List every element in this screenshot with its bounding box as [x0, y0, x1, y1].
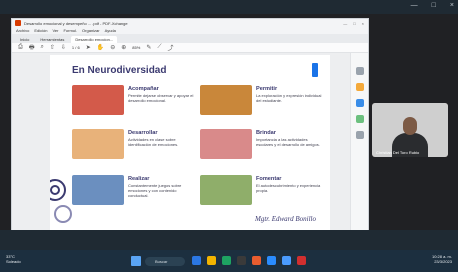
heading-permitir: Permitir: [256, 86, 278, 92]
menu-ayuda[interactable]: Ayuda: [105, 28, 116, 33]
save-icon[interactable]: ⎙: [18, 44, 23, 51]
sidebar-search-icon[interactable]: [356, 67, 364, 75]
taskbar-app-icon[interactable]: [192, 256, 201, 265]
pdf-titlebar: Desarrollo emocional y desempeño ... .pd…: [12, 19, 368, 27]
heading-brindar: Brindar: [256, 130, 276, 136]
participant-face: [403, 117, 417, 135]
text-acompanar: Permite dejarse observar y apoyar el des…: [128, 93, 194, 103]
item-permitir: Permitir La exploración y expresión indi…: [200, 85, 322, 119]
pdf-window-controls: — □ ×: [343, 21, 368, 26]
menu-formularios[interactable]: Formul.: [63, 28, 77, 33]
maximize-icon[interactable]: □: [432, 2, 436, 9]
draw-icon[interactable]: ⟋: [157, 44, 161, 51]
heading-fomentar: Fomentar: [256, 176, 282, 182]
taskbar-app-icon[interactable]: [297, 256, 306, 265]
taskbar-app-icon[interactable]: [282, 256, 291, 265]
item-fomentar: Fomentar El autodescubrimiento y experie…: [200, 175, 320, 209]
tab-document[interactable]: Desarrollo emocion...: [71, 36, 118, 43]
page-indicator[interactable]: 1 / 6: [72, 45, 80, 50]
image-desarrollar: [72, 129, 124, 159]
window-title: Desarrollo emocional y desempeño ... .pd…: [24, 20, 128, 26]
taskbar-apps: [192, 256, 306, 265]
menu-organizar[interactable]: Organizar: [82, 28, 100, 33]
screen: — □ × Desarrollo emocional y desempeño .…: [0, 0, 458, 272]
menu-ver[interactable]: Ver: [52, 28, 58, 33]
taskbar-search[interactable]: Buscar: [145, 257, 185, 266]
pdf-page: En Neurodiversidad Acompañar Permite dej…: [50, 55, 330, 233]
clock-date: 23/3/2023: [434, 259, 452, 264]
minimize-icon[interactable]: —: [411, 2, 418, 9]
prev-page-icon[interactable]: ⇧: [50, 44, 55, 51]
image-permitir: [200, 85, 252, 115]
meeting-bottom-bar: [0, 230, 458, 250]
item-acompanar: Acompañar Permite dejarse observar y apo…: [72, 85, 194, 119]
pdf-minimize-icon[interactable]: —: [343, 21, 347, 26]
item-realizar: Realizar Constantemente juegos sobre emo…: [72, 175, 192, 209]
sidebar-bookmark-icon[interactable]: [356, 83, 364, 91]
text-desarrollar: Actividades en clase sobre identificació…: [128, 137, 179, 147]
text-permitir: La exploración y expresión individual de…: [256, 93, 322, 103]
author-signature: Mgtr. Edward Bonillo: [255, 215, 316, 223]
taskbar-app-icon[interactable]: [237, 256, 246, 265]
document-title: En Neurodiversidad: [72, 65, 167, 76]
document-area[interactable]: En Neurodiversidad Acompañar Permite dej…: [12, 53, 352, 233]
sidebar-settings-icon[interactable]: [356, 131, 364, 139]
participant-name: Christian Del Toro Rubio: [376, 150, 420, 155]
item-desarrollar: Desarrollar Actividades en clase sobre i…: [72, 129, 192, 163]
windows-start-icon[interactable]: [131, 256, 141, 266]
decorative-spiral-inner: [50, 185, 60, 195]
comment-icon[interactable]: ✎: [146, 44, 151, 51]
image-fomentar: [200, 175, 252, 205]
search-icon[interactable]: ⌕: [40, 44, 43, 51]
hand-icon[interactable]: ✋: [97, 44, 104, 51]
app-logo-icon: [15, 20, 21, 26]
pdf-close-icon[interactable]: ×: [362, 21, 364, 26]
zoom-in-icon[interactable]: ⊕: [121, 44, 126, 51]
heading-realizar: Realizar: [128, 176, 150, 182]
next-page-icon[interactable]: ⇩: [61, 44, 66, 51]
tab-bar: Inicio Herramientas Desarrollo emocion..…: [12, 34, 368, 43]
decorative-spiral-lower: [54, 205, 72, 223]
participant-video-tile[interactable]: Christian Del Toro Rubio: [372, 103, 448, 157]
taskbar-app-icon[interactable]: [207, 256, 216, 265]
zoom-out-icon[interactable]: ⊖: [110, 44, 115, 51]
meeting-window-controls: — □ ×: [411, 2, 454, 9]
text-fomentar: El autodescubrimiento y experiencia prop…: [256, 183, 321, 193]
close-icon[interactable]: ×: [450, 2, 454, 9]
menu-edicion[interactable]: Edición: [34, 28, 47, 33]
weather-widget[interactable]: 33°C Soleado: [6, 254, 21, 264]
meeting-top-bar: — □ ×: [0, 0, 458, 14]
sidebar-attachment-icon[interactable]: [356, 115, 364, 123]
share-icon[interactable]: ⤴: [168, 43, 174, 52]
print-icon[interactable]: 🖶: [29, 43, 35, 53]
system-tray[interactable]: 10:28 a. m. 23/3/2023: [432, 254, 452, 264]
text-realizar: Constantemente juegos sobre emociones y …: [128, 183, 182, 198]
image-brindar: [200, 129, 252, 159]
text-brindar: Importancia a las actividades escolares …: [256, 137, 320, 147]
taskbar-app-icon[interactable]: [252, 256, 261, 265]
heading-desarrollar: Desarrollar: [128, 130, 158, 136]
windows-taskbar: 33°C Soleado Buscar 10:28 a. m. 23/3/202…: [0, 250, 458, 272]
pdf-toolbar: ⎙ 🖶 ⌕ ⇧ ⇩ 1 / 6 ➤ ✋ ⊖ ⊕ 85% ✎ ⟋ ⤴: [12, 43, 368, 53]
zoom-level[interactable]: 85%: [132, 45, 140, 50]
right-sidebar: [350, 53, 368, 233]
pen-cursor-icon: [312, 63, 318, 77]
pdf-maximize-icon[interactable]: □: [353, 21, 355, 26]
image-acompanar: [72, 85, 124, 115]
sidebar-layers-icon[interactable]: [356, 99, 364, 107]
weather-desc: Soleado: [6, 259, 21, 264]
heading-acompanar: Acompañar: [128, 86, 159, 92]
item-brindar: Brindar Importancia a las actividades es…: [200, 129, 320, 163]
taskbar-app-icon[interactable]: [222, 256, 231, 265]
cursor-icon[interactable]: ➤: [86, 44, 91, 51]
tab-herramientas[interactable]: Herramientas: [36, 36, 68, 43]
taskbar-app-icon[interactable]: [267, 256, 276, 265]
menu-archivo[interactable]: Archivo: [16, 28, 29, 33]
menu-bar: Archivo Edición Ver Formul. Organizar Ay…: [12, 27, 368, 34]
image-realizar: [72, 175, 124, 205]
pdf-viewer-window: Desarrollo emocional y desempeño ... .pd…: [11, 18, 369, 234]
